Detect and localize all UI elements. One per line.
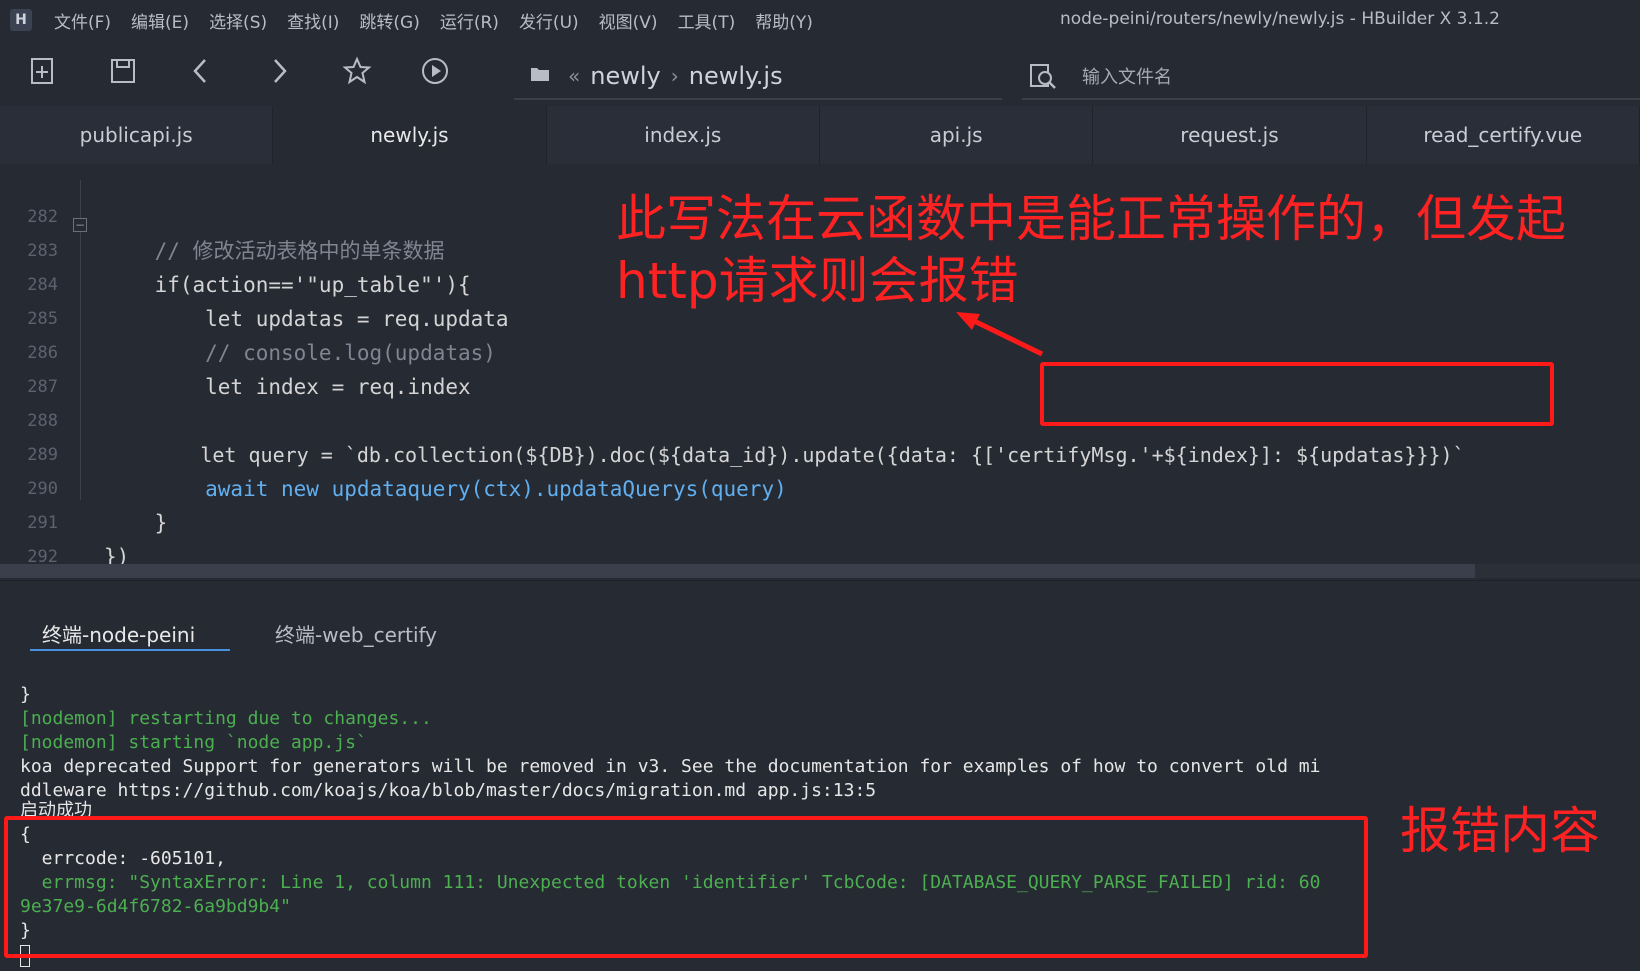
annotation-text-top-2: http请求则会报错	[616, 252, 1019, 310]
folder-icon	[530, 65, 550, 87]
code-line: 290 }	[0, 438, 1640, 535]
terminal-line: [nodemon] restarting due to changes...	[20, 708, 432, 729]
scrollbar-track[interactable]	[1475, 564, 1640, 578]
search-file-icon	[1028, 61, 1058, 91]
breadcrumb-file[interactable]: newly.js	[689, 62, 783, 90]
annotation-text-top: 此写法在云函数中是能正常操作的，但发起	[616, 190, 1566, 248]
menu-run[interactable]: 运行(R)	[440, 8, 499, 33]
active-tab-indicator	[30, 649, 230, 651]
terminal-tab-node-peini[interactable]: 终端-node-peini	[42, 619, 195, 648]
save-icon[interactable]	[106, 54, 140, 88]
code-line: 293	[0, 540, 1640, 564]
menu-tools[interactable]: 工具(T)	[678, 8, 736, 33]
menu-find[interactable]: 查找(I)	[287, 8, 339, 33]
app-logo-icon: H	[10, 9, 32, 31]
tab-request[interactable]: request.js	[1093, 106, 1367, 164]
code-line: 292	[0, 506, 1640, 564]
forward-icon[interactable]	[262, 54, 296, 88]
horizontal-scrollbar[interactable]	[0, 564, 1475, 578]
back-icon[interactable]	[184, 54, 218, 88]
menu-edit[interactable]: 编辑(E)	[131, 8, 189, 33]
annotation-box-error	[4, 816, 1368, 958]
tab-newly[interactable]: newly.js	[273, 106, 547, 164]
annotation-arrow-icon	[956, 312, 1044, 357]
terminal-line: ddleware https://github.com/koajs/koa/bl…	[20, 780, 877, 801]
annotation-text-bottom: 报错内容	[1400, 802, 1600, 860]
tab-api[interactable]: api.js	[819, 106, 1094, 164]
menu-bar: H 文件(F) 编辑(E) 选择(S) 查找(I) 跳转(G) 运行(R) 发行…	[0, 0, 1640, 40]
menu-goto[interactable]: 跳转(G)	[359, 8, 419, 33]
code-line: 291 })	[0, 472, 1640, 564]
menu-select[interactable]: 选择(S)	[209, 8, 267, 33]
tab-read-certify[interactable]: read_certify.vue	[1366, 106, 1640, 164]
file-search-input[interactable]: 输入文件名	[1022, 54, 1640, 100]
breadcrumb-folder[interactable]: newly	[590, 62, 660, 90]
toolbar: « newly › newly.js 输入文件名	[0, 40, 1640, 106]
search-placeholder: 输入文件名	[1082, 67, 1172, 88]
breadcrumb: « newly › newly.js	[514, 54, 1002, 100]
menu-publish[interactable]: 发行(U)	[519, 8, 579, 33]
menu-view[interactable]: 视图(V)	[599, 8, 658, 33]
tab-index[interactable]: index.js	[546, 106, 820, 164]
tab-publicapi[interactable]: publicapi.js	[0, 106, 274, 164]
terminal-line: [nodemon] starting `node app.js`	[20, 732, 367, 753]
terminal-line: }	[20, 684, 31, 705]
menu-file[interactable]: 文件(F)	[54, 8, 111, 33]
double-chevron-icon: «	[568, 64, 581, 88]
annotation-box-code	[1040, 362, 1554, 426]
terminal-line: koa deprecated Support for generators wi…	[20, 756, 1321, 777]
editor-tab-bar: publicapi.js newly.js index.js api.js re…	[0, 106, 1640, 164]
star-icon[interactable]	[340, 54, 374, 88]
terminal-tab-web-certify[interactable]: 终端-web_certify	[275, 619, 437, 648]
chevron-right-icon: ›	[670, 64, 679, 88]
new-file-icon[interactable]	[26, 54, 60, 88]
run-icon[interactable]	[418, 54, 452, 88]
menu-help[interactable]: 帮助(Y)	[755, 8, 813, 33]
window-title: node-peini/routers/newly/newly.js - HBui…	[1060, 9, 1500, 29]
